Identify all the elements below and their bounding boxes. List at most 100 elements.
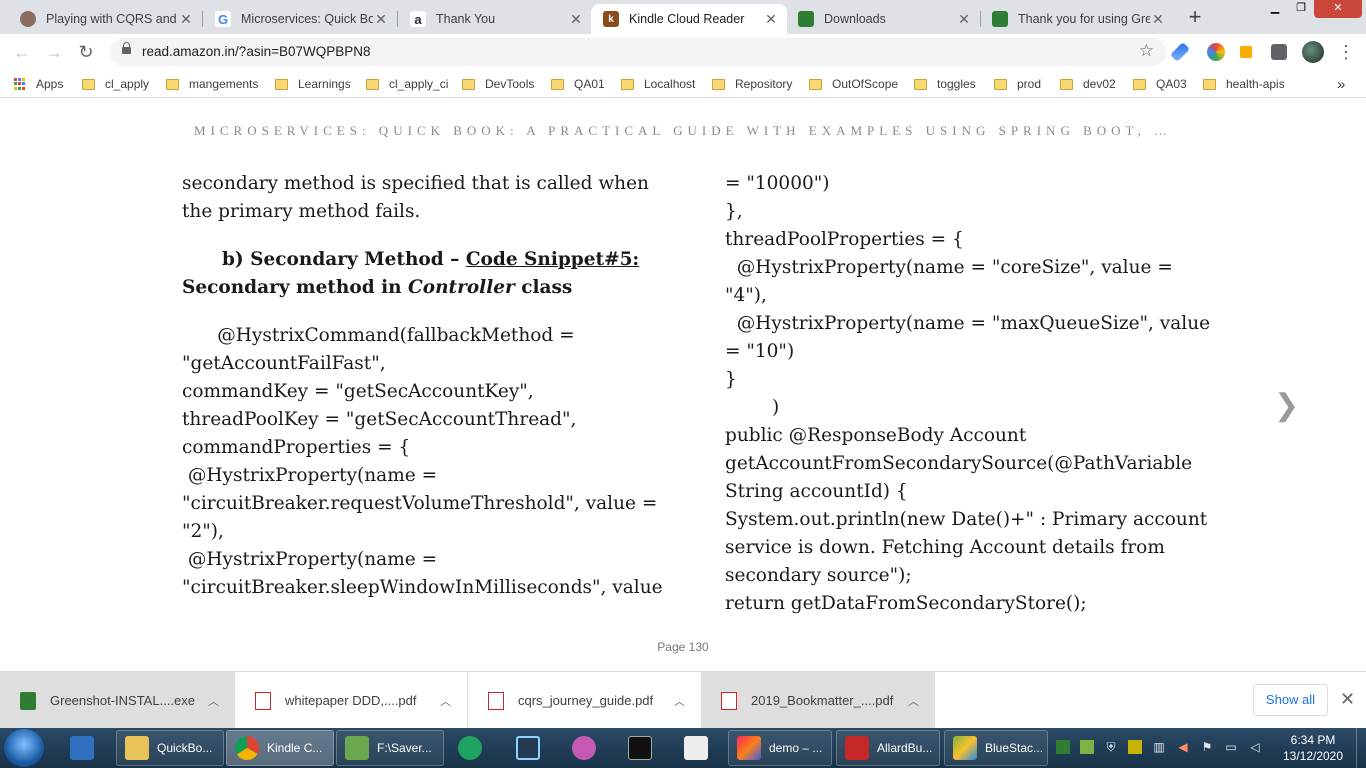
bookmark-star-icon[interactable]: ☆ <box>1139 41 1154 61</box>
clock-app-icon <box>458 736 482 760</box>
pen-extension-icon[interactable] <box>1170 42 1190 62</box>
code-line: } <box>725 369 737 390</box>
folder-icon <box>462 78 475 90</box>
taskbar-pinned-app[interactable] <box>62 730 108 766</box>
close-icon[interactable]: ✕ <box>178 11 194 28</box>
download-item[interactable]: Greenshot-INSTAL....exe ︿ <box>0 672 235 729</box>
bookmark-folder-mangements[interactable]: mangements <box>166 75 258 93</box>
taskbar-pinned-app[interactable] <box>620 730 660 766</box>
code-line: "2"), <box>182 521 224 542</box>
bookmark-label: cl_apply_ci <box>389 77 449 91</box>
close-icon[interactable]: ✕ <box>373 11 389 28</box>
close-window-button[interactable]: ✕ <box>1314 0 1362 18</box>
code-line: ) <box>725 397 780 418</box>
page-number: Page 130 <box>657 640 709 654</box>
tray-app-icon[interactable] <box>1128 740 1142 754</box>
chevron-up-icon[interactable]: ︿ <box>208 693 219 709</box>
bookmark-folder-qa01[interactable]: QA01 <box>551 75 605 93</box>
tab-downloads[interactable]: Downloads ✕ <box>786 4 980 34</box>
close-icon[interactable]: ✕ <box>763 11 779 28</box>
color-picker-extension-icon[interactable] <box>1207 43 1225 61</box>
taskbar-button-chrome[interactable]: Kindle C... <box>226 730 334 766</box>
chevron-up-icon[interactable]: ︿ <box>908 693 919 709</box>
amazon-icon: a <box>410 11 426 27</box>
folder-icon <box>275 78 288 90</box>
close-icon[interactable]: ✕ <box>1340 689 1355 710</box>
taskbar-button-notepad[interactable]: F:\Saver... <box>336 730 444 766</box>
bookmark-folder-toggles[interactable]: toggles <box>914 75 976 93</box>
pdf-icon <box>255 691 271 710</box>
download-item[interactable]: cqrs_journey_guide.pdf ︿ <box>468 672 701 729</box>
folder-icon <box>1133 78 1146 90</box>
reload-button[interactable]: ↻ <box>74 40 98 64</box>
monitor-icon[interactable]: ▭ <box>1224 740 1238 754</box>
forward-button[interactable]: → <box>42 40 66 64</box>
download-item[interactable]: whitepaper DDD,....pdf ︿ <box>235 672 468 729</box>
url-text: read.amazon.in/?asin=B07WQPBPN8 <box>142 44 371 59</box>
close-icon[interactable]: ✕ <box>956 11 972 28</box>
new-tab-button[interactable]: + <box>1181 4 1209 30</box>
taskbar-button-intellij[interactable]: demo – ... <box>728 730 832 766</box>
taskbar-pinned-app[interactable] <box>564 730 604 766</box>
speaker-icon[interactable]: ◀ <box>1176 740 1190 754</box>
puzzle-extensions-icon[interactable] <box>1271 44 1287 60</box>
network-icon[interactable]: ▥ <box>1152 740 1166 754</box>
close-icon[interactable]: ✕ <box>1150 11 1166 28</box>
clock-time: 6:34 PM <box>1290 733 1336 747</box>
maximize-button[interactable]: ❐ <box>1288 0 1314 18</box>
shield-icon[interactable]: ⛨ <box>1104 740 1118 754</box>
bookmark-folder-localhost[interactable]: Localhost <box>621 75 695 93</box>
start-button[interactable] <box>4 729 44 767</box>
code-snippet-link[interactable]: Code Snippet#5: <box>466 249 639 270</box>
bookmark-apps[interactable]: Apps <box>14 75 63 93</box>
taskbar-button-explorer[interactable]: QuickBo... <box>116 730 224 766</box>
tab-greenshot[interactable]: Thank you for using Gree ✕ <box>980 4 1174 34</box>
bookmark-label: DevTools <box>485 77 535 91</box>
tab-kindle[interactable]: k Kindle Cloud Reader ✕ <box>591 4 787 34</box>
bookmark-folder-outofscope[interactable]: OutOfScope <box>809 75 898 93</box>
taskbar-pinned-app[interactable] <box>508 730 548 766</box>
greenshot-tray-icon[interactable] <box>1056 740 1070 754</box>
apps-grid-icon <box>14 78 26 90</box>
chevron-up-icon[interactable]: ︿ <box>674 693 685 709</box>
flag-icon[interactable]: ⚑ <box>1200 740 1214 754</box>
profile-avatar[interactable] <box>1302 41 1324 63</box>
show-all-downloads-button[interactable]: Show all <box>1253 684 1328 716</box>
chevron-up-icon[interactable]: ︿ <box>440 693 451 709</box>
bookmark-folder-prod[interactable]: prod <box>994 75 1041 93</box>
taskbar-button-pdf[interactable]: AllardBu... <box>836 730 940 766</box>
system-clock[interactable]: 6:34 PM 13/12/2020 <box>1277 732 1349 764</box>
next-page-chevron-right-icon[interactable]: ❯ <box>1274 388 1299 423</box>
back-button[interactable]: ← <box>10 40 34 64</box>
text-line: the primary method fails. <box>182 201 421 222</box>
bookmark-folder-health-apis[interactable]: health-apis <box>1203 75 1285 93</box>
code-line: "circuitBreaker.requestVolumeThreshold",… <box>182 493 658 514</box>
bookmark-folder-cl-apply[interactable]: cl_apply <box>82 75 149 93</box>
bookmark-folder-cl-apply-ci[interactable]: cl_apply_ci <box>366 75 448 93</box>
address-bar[interactable]: read.amazon.in/?asin=B07WQPBPN8 ☆ <box>110 38 1166 66</box>
close-icon[interactable]: ✕ <box>568 11 584 28</box>
bluestacks-tray-icon[interactable] <box>1080 740 1094 754</box>
browser-toolbar: ← → ↻ read.amazon.in/?asin=B07WQPBPN8 ☆ … <box>0 34 1366 70</box>
tab-microservices[interactable]: G Microservices: Quick Boo ✕ <box>203 4 397 34</box>
bookmark-folder-repository[interactable]: Repository <box>712 75 792 93</box>
taskbar-button-bluestacks[interactable]: BlueStac... <box>944 730 1048 766</box>
tab-thank-you[interactable]: a Thank You ✕ <box>398 4 592 34</box>
bookmark-folder-qa03[interactable]: QA03 <box>1133 75 1187 93</box>
taskbar-pinned-app[interactable] <box>676 730 716 766</box>
volume-icon[interactable]: ◁ <box>1248 740 1262 754</box>
taskbar-pinned-app[interactable] <box>450 730 490 766</box>
more-bookmarks-button[interactable]: » <box>1337 75 1345 93</box>
minimize-button[interactable]: ▁ <box>1262 0 1288 18</box>
show-desktop-button[interactable] <box>1356 728 1366 768</box>
google-icon: G <box>215 11 231 27</box>
bookmark-folder-devtools[interactable]: DevTools <box>462 75 534 93</box>
folder-icon <box>551 78 564 90</box>
tab-cqrs[interactable]: Playing with CQRS and E ✕ <box>8 4 202 34</box>
bookmark-folder-learnings[interactable]: Learnings <box>275 75 351 93</box>
avatar-icon <box>20 11 36 27</box>
menu-kebab-icon[interactable]: ⋮ <box>1334 40 1358 64</box>
bookmark-folder-dev02[interactable]: dev02 <box>1060 75 1116 93</box>
download-item[interactable]: 2019_Bookmatter_....pdf ︿ <box>701 672 935 729</box>
arrow-extension-icon[interactable] <box>1240 46 1252 58</box>
